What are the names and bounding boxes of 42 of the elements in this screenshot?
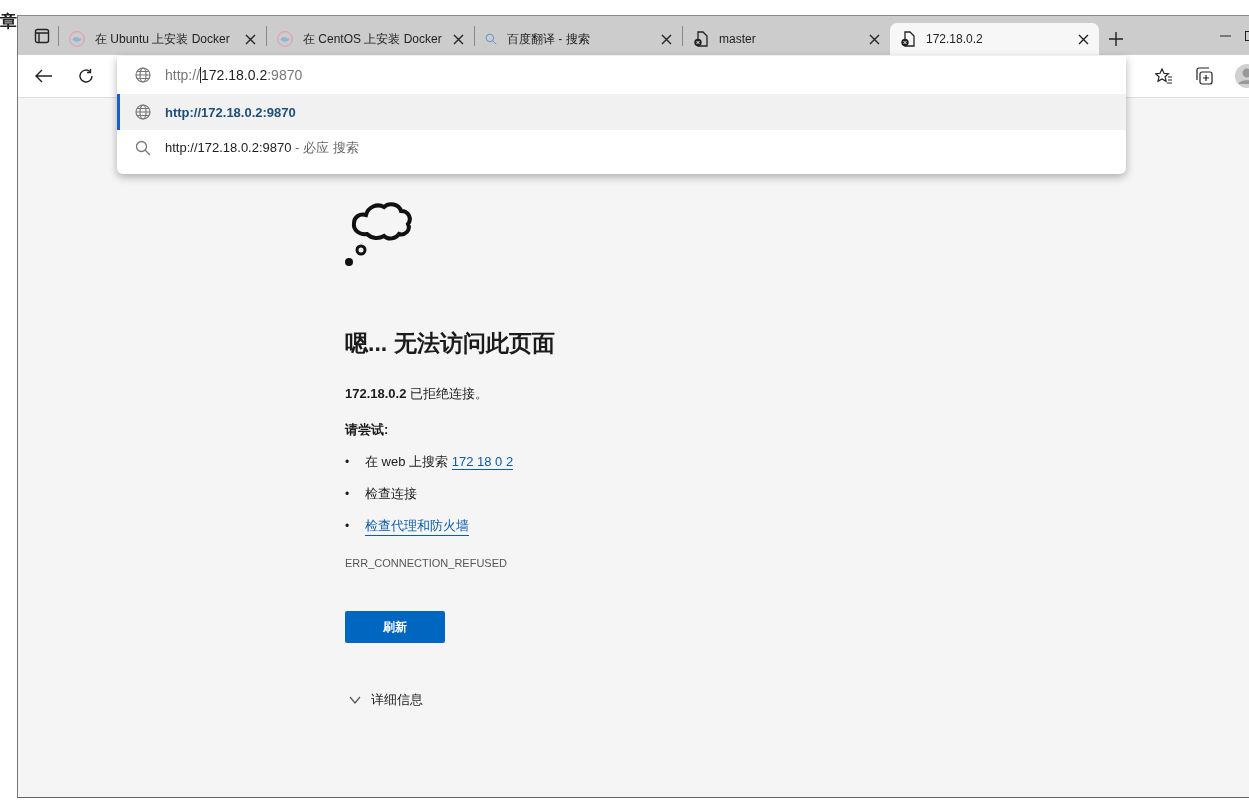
globe-icon bbox=[135, 104, 151, 120]
heading-text: 章 bbox=[0, 11, 17, 33]
suggestion-text: 检查连接 bbox=[365, 485, 417, 503]
error-code: ERR_CONNECTION_REFUSED bbox=[345, 557, 507, 569]
browser-tab[interactable]: 在 Ubuntu 上安装 Docker bbox=[59, 23, 266, 55]
favorites-icon[interactable] bbox=[1155, 68, 1173, 84]
search-icon bbox=[485, 33, 497, 45]
chevron-icon bbox=[349, 696, 361, 704]
new-tab-icon[interactable] bbox=[1109, 32, 1123, 46]
close-icon[interactable] bbox=[869, 33, 880, 45]
error-title: 嗯... 无法访问此页面 bbox=[345, 329, 555, 358]
bullet: • bbox=[345, 487, 351, 501]
broken-page-icon bbox=[900, 31, 916, 47]
suggestion-link[interactable]: 检查代理和防火墙 bbox=[365, 516, 469, 536]
globe-icon bbox=[135, 67, 151, 83]
error-message: 172.18.0.2 已拒绝连接。 bbox=[345, 385, 489, 403]
suggestion-text: 在 web 上搜索 bbox=[365, 453, 450, 471]
whale-icon bbox=[277, 31, 293, 47]
sidebar-icon bbox=[34, 28, 50, 44]
close-icon[interactable] bbox=[453, 33, 464, 45]
address-field[interactable]: http://172.18.0.2:9870 bbox=[117, 56, 1126, 94]
suggestion-item[interactable]: http://172.18.0.2:9870 bbox=[117, 94, 1126, 130]
browser-tab[interactable]: 172.18.0.2 bbox=[890, 23, 1099, 55]
back-icon[interactable] bbox=[35, 69, 53, 83]
close-icon[interactable] bbox=[1078, 33, 1089, 45]
bullet: • bbox=[345, 455, 351, 469]
broken-page-icon bbox=[693, 31, 709, 47]
close-icon[interactable] bbox=[245, 33, 256, 45]
bullet: • bbox=[345, 519, 351, 533]
browser-tab[interactable]: 百度翻译 - 搜索 bbox=[475, 23, 682, 55]
search-icon bbox=[135, 140, 151, 156]
close-icon[interactable] bbox=[661, 33, 672, 45]
collections-icon[interactable] bbox=[1195, 67, 1213, 85]
details-toggle[interactable]: 详细信息 bbox=[345, 691, 423, 709]
refresh-icon[interactable] bbox=[78, 68, 94, 84]
browser-tab[interactable]: 在 CentOS 上安装 Docker bbox=[267, 23, 474, 55]
browser-tab[interactable]: master bbox=[683, 23, 890, 55]
suggestion-link[interactable]: 172 18 0 2 bbox=[451, 454, 514, 470]
suggestion-item[interactable]: http://172.18.0.2:9870 - 必应 搜索 bbox=[117, 130, 1126, 166]
try-label: 请尝试: bbox=[345, 421, 389, 439]
refresh-button[interactable]: 刷新 bbox=[345, 611, 445, 643]
whale-icon bbox=[69, 31, 85, 47]
